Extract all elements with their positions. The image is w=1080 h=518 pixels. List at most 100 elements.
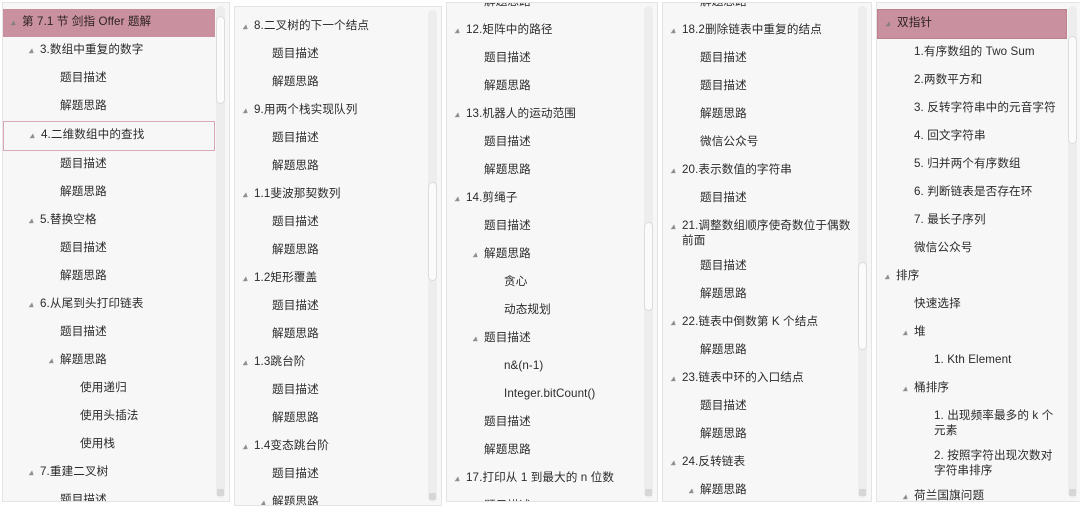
- expand-triangle-icon[interactable]: [669, 372, 682, 388]
- expand-triangle-icon[interactable]: [259, 496, 272, 505]
- toc-item[interactable]: 4. 回文字符串: [877, 123, 1067, 151]
- vertical-scrollbar[interactable]: [428, 10, 437, 502]
- toc-item[interactable]: 题目描述: [447, 129, 643, 157]
- expand-triangle-icon[interactable]: [669, 456, 682, 472]
- expand-triangle-icon[interactable]: [883, 270, 896, 286]
- expand-triangle-icon[interactable]: [453, 24, 466, 40]
- expand-triangle-icon[interactable]: [669, 316, 682, 332]
- toc-item[interactable]: 第 7.1 节 剑指 Offer 题解: [3, 9, 215, 37]
- expand-triangle-icon[interactable]: [669, 164, 682, 180]
- toc-item[interactable]: 1. Kth Element: [877, 347, 1067, 375]
- toc-item[interactable]: 17.打印从 1 到最大的 n 位数: [447, 465, 643, 493]
- vertical-scrollbar[interactable]: [858, 6, 867, 498]
- toc-item[interactable]: 题目描述: [447, 213, 643, 241]
- toc-item[interactable]: 1.2矩形覆盖: [235, 265, 427, 293]
- toc-item[interactable]: 解题思路: [447, 3, 643, 17]
- expand-triangle-icon[interactable]: [453, 108, 466, 124]
- toc-item[interactable]: 题目描述: [3, 65, 215, 93]
- scrollbar-thumb[interactable]: [216, 15, 225, 105]
- expand-triangle-icon[interactable]: [901, 326, 914, 342]
- toc-item[interactable]: 荷兰国旗问题: [877, 483, 1067, 501]
- expand-triangle-icon[interactable]: [453, 472, 466, 488]
- toc-item[interactable]: 题目描述: [663, 253, 857, 281]
- toc-item[interactable]: 20.表示数值的字符串: [663, 157, 857, 185]
- expand-triangle-icon[interactable]: [901, 490, 914, 501]
- toc-item[interactable]: 4.二维数组中的查找: [3, 121, 215, 151]
- expand-triangle-icon[interactable]: [47, 354, 60, 370]
- expand-triangle-icon[interactable]: [27, 298, 40, 314]
- toc-item[interactable]: 使用递归: [3, 375, 215, 403]
- expand-triangle-icon[interactable]: [669, 220, 682, 236]
- scrollbar-down-button[interactable]: [1069, 489, 1076, 496]
- toc-item[interactable]: 解题思路: [663, 337, 857, 365]
- toc-item[interactable]: 题目描述: [447, 45, 643, 73]
- toc-item[interactable]: 解题思路: [447, 73, 643, 101]
- scrollbar-down-button[interactable]: [859, 489, 866, 496]
- toc-item[interactable]: 3.数组中重复的数字: [3, 37, 215, 65]
- toc-item[interactable]: 解题思路: [3, 93, 215, 121]
- toc-item[interactable]: 解题思路: [235, 69, 427, 97]
- vertical-scrollbar[interactable]: [644, 6, 653, 498]
- toc-item[interactable]: 7. 最长子序列: [877, 207, 1067, 235]
- toc-item[interactable]: 题目描述: [663, 73, 857, 101]
- toc-item[interactable]: 解题思路: [663, 3, 857, 17]
- toc-item[interactable]: 12.矩阵中的路径: [447, 17, 643, 45]
- toc-item[interactable]: 5.替换空格: [3, 207, 215, 235]
- toc-item[interactable]: 解题思路: [3, 263, 215, 291]
- scrollbar-thumb[interactable]: [644, 222, 653, 312]
- toc-item[interactable]: 解题思路: [235, 321, 427, 349]
- toc-item[interactable]: 6. 判断链表是否存在环: [877, 179, 1067, 207]
- toc-item[interactable]: 13.机器人的运动范围: [447, 101, 643, 129]
- toc-item[interactable]: 题目描述: [663, 393, 857, 421]
- toc-item[interactable]: 题目描述: [663, 185, 857, 213]
- toc-item[interactable]: 题目描述: [3, 319, 215, 347]
- toc-item[interactable]: 1.3跳台阶: [235, 349, 427, 377]
- toc-item[interactable]: 解题思路: [447, 157, 643, 185]
- toc-item[interactable]: 23.链表中环的入口结点: [663, 365, 857, 393]
- toc-item[interactable]: 2.两数平方和: [877, 67, 1067, 95]
- toc-item[interactable]: 5. 归并两个有序数组: [877, 151, 1067, 179]
- toc-item[interactable]: 解题思路: [447, 241, 643, 269]
- toc-item[interactable]: 8.二叉树的下一个结点: [235, 13, 427, 41]
- expand-triangle-icon[interactable]: [884, 17, 897, 33]
- toc-item[interactable]: 题目描述: [447, 325, 643, 353]
- toc-item[interactable]: 双指针: [877, 9, 1067, 39]
- toc-item[interactable]: 题目描述: [235, 461, 427, 489]
- toc-item[interactable]: 18.2删除链表中重复的结点: [663, 17, 857, 45]
- toc-item[interactable]: 9.用两个栈实现队列: [235, 97, 427, 125]
- scrollbar-thumb[interactable]: [1068, 35, 1077, 144]
- toc-item[interactable]: n&(n-1): [447, 353, 643, 381]
- expand-triangle-icon[interactable]: [241, 356, 254, 372]
- toc-item[interactable]: 题目描述: [235, 41, 427, 69]
- expand-triangle-icon[interactable]: [27, 214, 40, 230]
- vertical-scrollbar[interactable]: [216, 6, 225, 498]
- toc-item[interactable]: 1.4变态跳台阶: [235, 433, 427, 461]
- expand-triangle-icon[interactable]: [471, 332, 484, 348]
- expand-triangle-icon[interactable]: [669, 24, 682, 40]
- toc-item[interactable]: 桶排序: [877, 375, 1067, 403]
- toc-item[interactable]: 1. 出现频率最多的 k 个元素: [877, 403, 1067, 443]
- toc-item[interactable]: 题目描述: [235, 125, 427, 153]
- toc-item[interactable]: 排序: [877, 263, 1067, 291]
- toc-item[interactable]: 题目描述: [447, 493, 643, 501]
- expand-triangle-icon[interactable]: [901, 382, 914, 398]
- expand-triangle-icon[interactable]: [453, 192, 466, 208]
- toc-item[interactable]: 6.从尾到头打印链表: [3, 291, 215, 319]
- toc-item[interactable]: 题目描述: [235, 293, 427, 321]
- toc-item[interactable]: 14.剪绳子: [447, 185, 643, 213]
- toc-item[interactable]: 题目描述: [663, 45, 857, 73]
- toc-item[interactable]: 22.链表中倒数第 K 个结点: [663, 309, 857, 337]
- toc-item[interactable]: 使用头插法: [3, 403, 215, 431]
- toc-item[interactable]: Integer.bitCount(): [447, 381, 643, 409]
- toc-item[interactable]: 1.1斐波那契数列: [235, 181, 427, 209]
- expand-triangle-icon[interactable]: [241, 188, 254, 204]
- toc-item[interactable]: 解题思路: [447, 437, 643, 465]
- toc-item[interactable]: 贪心: [447, 269, 643, 297]
- expand-triangle-icon[interactable]: [241, 104, 254, 120]
- toc-item[interactable]: 解题思路: [3, 347, 215, 375]
- toc-item[interactable]: 解题思路: [235, 405, 427, 433]
- expand-triangle-icon[interactable]: [241, 272, 254, 288]
- toc-item[interactable]: 堆: [877, 319, 1067, 347]
- toc-item[interactable]: 题目描述: [3, 487, 215, 501]
- toc-item[interactable]: 解题思路: [663, 101, 857, 129]
